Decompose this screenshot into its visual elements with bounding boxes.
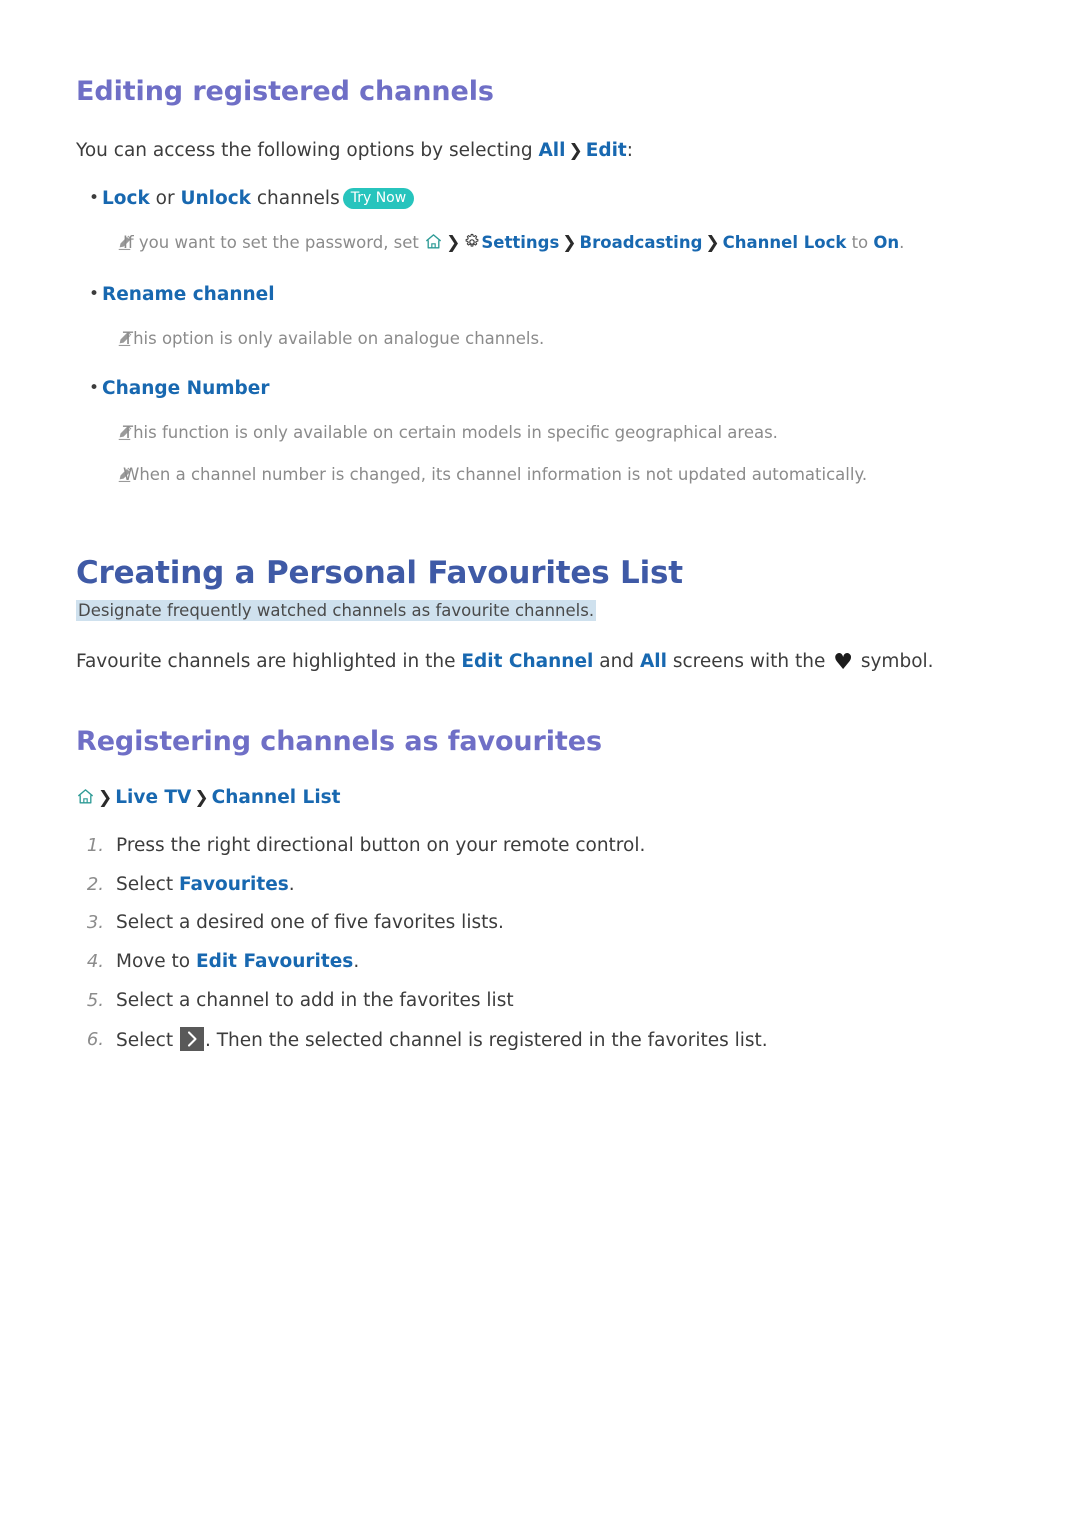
link-change-number[interactable]: Change Number (102, 378, 269, 399)
step-text-3: Select a desired one of five favorites l… (116, 910, 1016, 937)
link-channel-lock[interactable]: Channel Lock (723, 233, 847, 252)
page-title-creating-favourites-list: Creating a Personal Favourites List (76, 555, 683, 592)
document-page: Editing registered channels You can acce… (0, 0, 1080, 1527)
subtitle-wrapper: Designate frequently watched channels as… (76, 600, 1016, 622)
link-edit-channel[interactable]: Edit Channel (461, 651, 593, 672)
pencil-icon (76, 231, 132, 253)
step-item-1: 1. Press the right directional button on… (76, 833, 1016, 860)
pencil-icon (76, 421, 132, 443)
home-icon[interactable] (76, 787, 95, 808)
document-content: Editing registered channels You can acce… (76, 0, 1016, 1055)
chevron-separator-icon: ❯ (705, 233, 720, 254)
bullet-dot-icon: • (89, 188, 100, 209)
step-item-5: 5. Select a channel to add in the favori… (76, 988, 1016, 1015)
link-all[interactable]: All (640, 651, 667, 672)
step-text-2: Select Favourites. (116, 872, 1016, 899)
favourites-mid-text-2: screens with the (666, 650, 832, 672)
breadcrumb-item-live-tv[interactable]: Live TV (115, 787, 191, 808)
step-item-6: 6. Select . Then the selected channel is… (76, 1026, 1016, 1055)
bullet-dot-icon: • (89, 283, 100, 304)
link-on[interactable]: On (873, 233, 899, 252)
gear-icon[interactable] (463, 233, 481, 252)
link-rename-channel[interactable]: Rename channel (102, 284, 275, 305)
note-row-analogue: This option is only available on analogu… (76, 327, 1016, 351)
note-text-password: If you want to set the password, set ❯ S… (123, 231, 1016, 256)
step-number: 3. (86, 912, 104, 934)
step-item-3: 3. Select a desired one of five favorite… (76, 910, 1016, 937)
step-text-pre: Select (116, 873, 179, 895)
chevron-separator-icon: ❯ (98, 787, 113, 808)
chevron-separator-icon: ❯ (194, 787, 209, 808)
step-text-post: . (288, 873, 295, 895)
breadcrumb-item-channel-list[interactable]: Channel List (212, 787, 341, 808)
breadcrumb: ❯ Live TV ❯ Channel List (76, 785, 1016, 811)
link-lock[interactable]: Lock (102, 188, 150, 209)
bullet-text-rename-channel: Rename channel (102, 282, 1016, 309)
favourites-mid-text: and (593, 650, 640, 672)
note-text-channel-number: When a channel number is changed, its ch… (123, 465, 868, 485)
step-text-1: Press the right directional button on yo… (116, 833, 1016, 860)
home-icon[interactable] (424, 233, 443, 252)
bullet-text-lock-unlock: Lock or Unlock channels Try Now (102, 186, 1016, 213)
note-text-certain-models: This function is only available on certa… (123, 423, 778, 443)
step-number: 4. (86, 951, 104, 973)
step-text-pre: Select a channel to add in the favorites… (116, 990, 514, 1011)
step-number: 1. (86, 834, 104, 856)
favourites-pre-text: Favourite channels are highlighted in th… (76, 650, 462, 672)
step-number: 6. (86, 1028, 104, 1050)
list-item-change-number: • Change Number (76, 376, 1016, 403)
bullet-dot-icon: • (89, 378, 100, 399)
note-pre-text: If you want to set the password, set (123, 233, 425, 253)
link-edit-favourites[interactable]: Edit Favourites (196, 951, 353, 972)
link-settings[interactable]: Settings (481, 233, 559, 252)
step-text-pre: Select a desired one of five favorites l… (116, 912, 504, 934)
link-all[interactable]: All (538, 140, 565, 161)
intro-paragraph: You can access the following options by … (76, 138, 1016, 164)
link-broadcasting[interactable]: Broadcasting (580, 233, 703, 252)
step-text-pre: Press the right directional button on yo… (116, 834, 646, 856)
link-favourites[interactable]: Favourites (179, 874, 289, 895)
chevron-right-key-icon[interactable] (179, 1026, 204, 1051)
link-unlock[interactable]: Unlock (180, 188, 251, 209)
chevron-separator-icon: ❯ (562, 233, 577, 254)
step-text-post: . (353, 951, 360, 973)
note-row-channel-number: When a channel number is changed, its ch… (76, 463, 1016, 487)
step-text-pre: Move to (116, 951, 196, 973)
step-text-post: . Then the selected channel is registere… (204, 1029, 768, 1051)
note-to-text: to (846, 233, 874, 253)
intro-text-post: : (626, 140, 634, 162)
chevron-separator-icon: ❯ (568, 141, 583, 162)
note-text-analogue: This option is only available on analogu… (123, 328, 545, 348)
note-row-password: If you want to set the password, set ❯ S… (76, 231, 1016, 256)
heart-icon: ♥ (833, 649, 853, 675)
intro-text-pre: You can access the following options by … (76, 140, 539, 162)
step-number: 5. (86, 990, 104, 1011)
note-row-certain-models: This function is only available on certa… (76, 421, 1016, 445)
step-text-6: Select . Then the selected channel is re… (116, 1026, 1016, 1055)
try-now-badge[interactable]: Try Now (342, 188, 415, 210)
favourites-description: Favourite channels are highlighted in th… (76, 649, 1016, 675)
link-edit[interactable]: Edit (586, 140, 627, 161)
heading-editing-registered-channels: Editing registered channels (76, 76, 494, 107)
bullet-mid-text: or (149, 188, 181, 210)
step-item-4: 4. Move to Edit Favourites. (76, 949, 1016, 976)
heading-registering-channels-as-favourites: Registering channels as favourites (76, 726, 602, 758)
step-text-4: Move to Edit Favourites. (116, 949, 1016, 976)
step-text-5: Select a channel to add in the favorites… (116, 988, 1016, 1015)
list-item-lock-unlock: • Lock or Unlock channels Try Now (76, 186, 1016, 213)
bullet-text-change-number: Change Number (102, 376, 1016, 403)
subtitle-highlighted: Designate frequently watched channels as… (76, 600, 597, 622)
step-text-pre: Select (116, 1029, 179, 1051)
bullet-tail-text: channels (250, 188, 340, 210)
pencil-icon (76, 327, 132, 349)
step-item-2: 2. Select Favourites. (76, 872, 1016, 899)
list-item-rename-channel: • Rename channel (76, 282, 1016, 309)
chevron-separator-icon: ❯ (446, 233, 461, 254)
step-number: 2. (86, 873, 104, 895)
note-period: . (899, 233, 905, 253)
favourites-post-text: symbol. (854, 650, 934, 672)
pencil-icon (76, 463, 132, 485)
